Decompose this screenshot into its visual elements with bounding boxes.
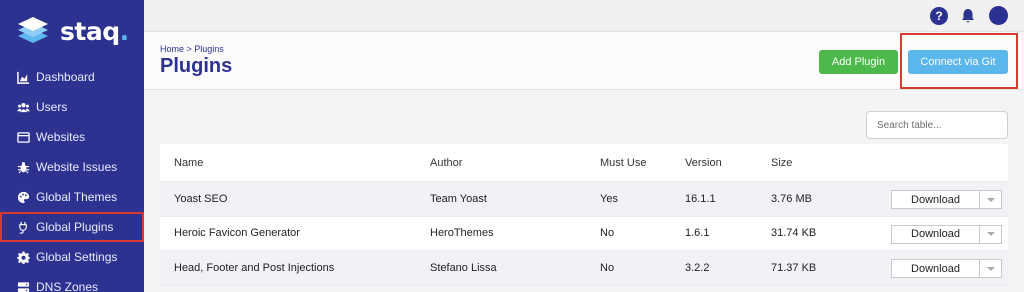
sidebar-item-label: Dashboard xyxy=(36,70,95,84)
add-plugin-button[interactable]: Add Plugin xyxy=(819,50,898,74)
cell-version: 16.1.1 xyxy=(685,192,716,205)
cell-name: Heroic Favicon Generator xyxy=(174,227,300,240)
chart-area-icon xyxy=(17,71,30,84)
logo-text: staq xyxy=(60,16,120,46)
sidebar-item-label: Users xyxy=(36,100,68,114)
sidebar-item-global-settings[interactable]: Global Settings xyxy=(0,242,144,272)
dropdown-toggle[interactable] xyxy=(980,190,1002,209)
cell-version: 1.6.1 xyxy=(685,227,710,240)
table-row: Yoast SEO Team Yoast Yes 16.1.1 3.76 MB … xyxy=(160,182,1008,217)
browser-window-icon xyxy=(17,131,30,144)
cell-author: HeroThemes xyxy=(430,227,494,240)
sidebar-item-label: Global Themes xyxy=(36,190,118,204)
sidebar-item-dns-zones[interactable]: DNS Zones xyxy=(0,272,144,292)
cell-must-use: No xyxy=(600,261,615,274)
column-header-must-use[interactable]: Must Use xyxy=(600,144,646,181)
column-header-size[interactable]: Size xyxy=(771,144,792,181)
cell-size: 31.74 KB xyxy=(771,227,817,240)
page-title: Plugins xyxy=(160,55,233,77)
dropdown-toggle[interactable] xyxy=(980,224,1002,244)
sidebar-item-label: Websites xyxy=(36,130,86,144)
gear-icon xyxy=(17,250,30,264)
sidebar-item-label: DNS Zones xyxy=(36,280,99,292)
column-header-name[interactable]: Name xyxy=(174,144,203,181)
table-row: Heroic Favicon Generator HeroThemes No 1… xyxy=(160,216,1008,251)
download-split-button: Download xyxy=(891,190,1002,209)
page-header: Home > Plugins Plugins Add Plugin Connec… xyxy=(144,32,1024,90)
sidebar-item-label: Website Issues xyxy=(36,160,118,174)
dropdown-toggle[interactable] xyxy=(980,259,1002,278)
table-row: Head, Footer and Post Injections Stefano… xyxy=(160,251,1008,286)
palette-icon xyxy=(17,191,30,204)
sidebar-item-website-issues[interactable]: Website Issues xyxy=(0,152,144,182)
chevron-down-icon xyxy=(986,266,995,271)
logo-dot: . xyxy=(119,16,130,46)
users-icon xyxy=(17,101,30,114)
sidebar-item-websites[interactable]: Websites xyxy=(0,122,144,152)
cell-must-use: No xyxy=(600,227,615,240)
chevron-down-icon xyxy=(986,197,995,202)
cell-size: 71.37 KB xyxy=(771,261,817,274)
download-button[interactable]: Download xyxy=(891,259,980,278)
top-bar: ? xyxy=(144,0,1024,32)
sidebar-item-label: Global Settings xyxy=(36,250,118,264)
cell-name: Head, Footer and Post Injections xyxy=(174,261,335,274)
breadcrumb[interactable]: Home > Plugins xyxy=(160,44,224,54)
sidebar: staq. Dashboard Users Websites Website I… xyxy=(0,0,144,292)
logo[interactable]: staq. xyxy=(16,14,129,48)
cell-size: 3.76 MB xyxy=(771,192,812,205)
table-header: Name Author Must Use Version Size xyxy=(160,144,1008,182)
chevron-down-icon xyxy=(986,232,995,236)
bug-icon xyxy=(17,161,30,174)
sidebar-item-dashboard[interactable]: Dashboard xyxy=(0,62,144,92)
sidebar-item-global-themes[interactable]: Global Themes xyxy=(0,182,144,212)
sidebar-item-users[interactable]: Users xyxy=(0,92,144,122)
column-header-version[interactable]: Version xyxy=(685,144,722,181)
download-split-button: Download xyxy=(891,224,1002,244)
avatar[interactable] xyxy=(989,6,1008,25)
cell-must-use: Yes xyxy=(600,192,618,205)
download-split-button: Download xyxy=(891,259,1002,278)
logo-layers-icon xyxy=(18,17,48,43)
question-circle-icon[interactable]: ? xyxy=(930,7,948,25)
download-button[interactable]: Download xyxy=(891,190,980,209)
server-icon xyxy=(17,281,30,292)
column-header-author[interactable]: Author xyxy=(430,144,462,181)
sidebar-item-global-plugins[interactable]: Global Plugins xyxy=(0,212,144,242)
search-input[interactable] xyxy=(866,111,1008,139)
cell-author: Team Yoast xyxy=(430,192,487,205)
cell-version: 3.2.2 xyxy=(685,261,710,274)
cell-name: Yoast SEO xyxy=(174,192,228,205)
cell-author: Stefano Lissa xyxy=(430,261,497,274)
connect-via-git-button[interactable]: Connect via Git xyxy=(908,50,1008,74)
sidebar-item-label: Global Plugins xyxy=(36,220,114,234)
sidebar-nav: Dashboard Users Websites Website Issues … xyxy=(0,62,144,292)
download-button[interactable]: Download xyxy=(891,224,980,244)
plugins-table: Name Author Must Use Version Size Yoast … xyxy=(160,144,1008,286)
bell-icon[interactable] xyxy=(961,8,975,24)
plug-icon xyxy=(17,221,30,234)
